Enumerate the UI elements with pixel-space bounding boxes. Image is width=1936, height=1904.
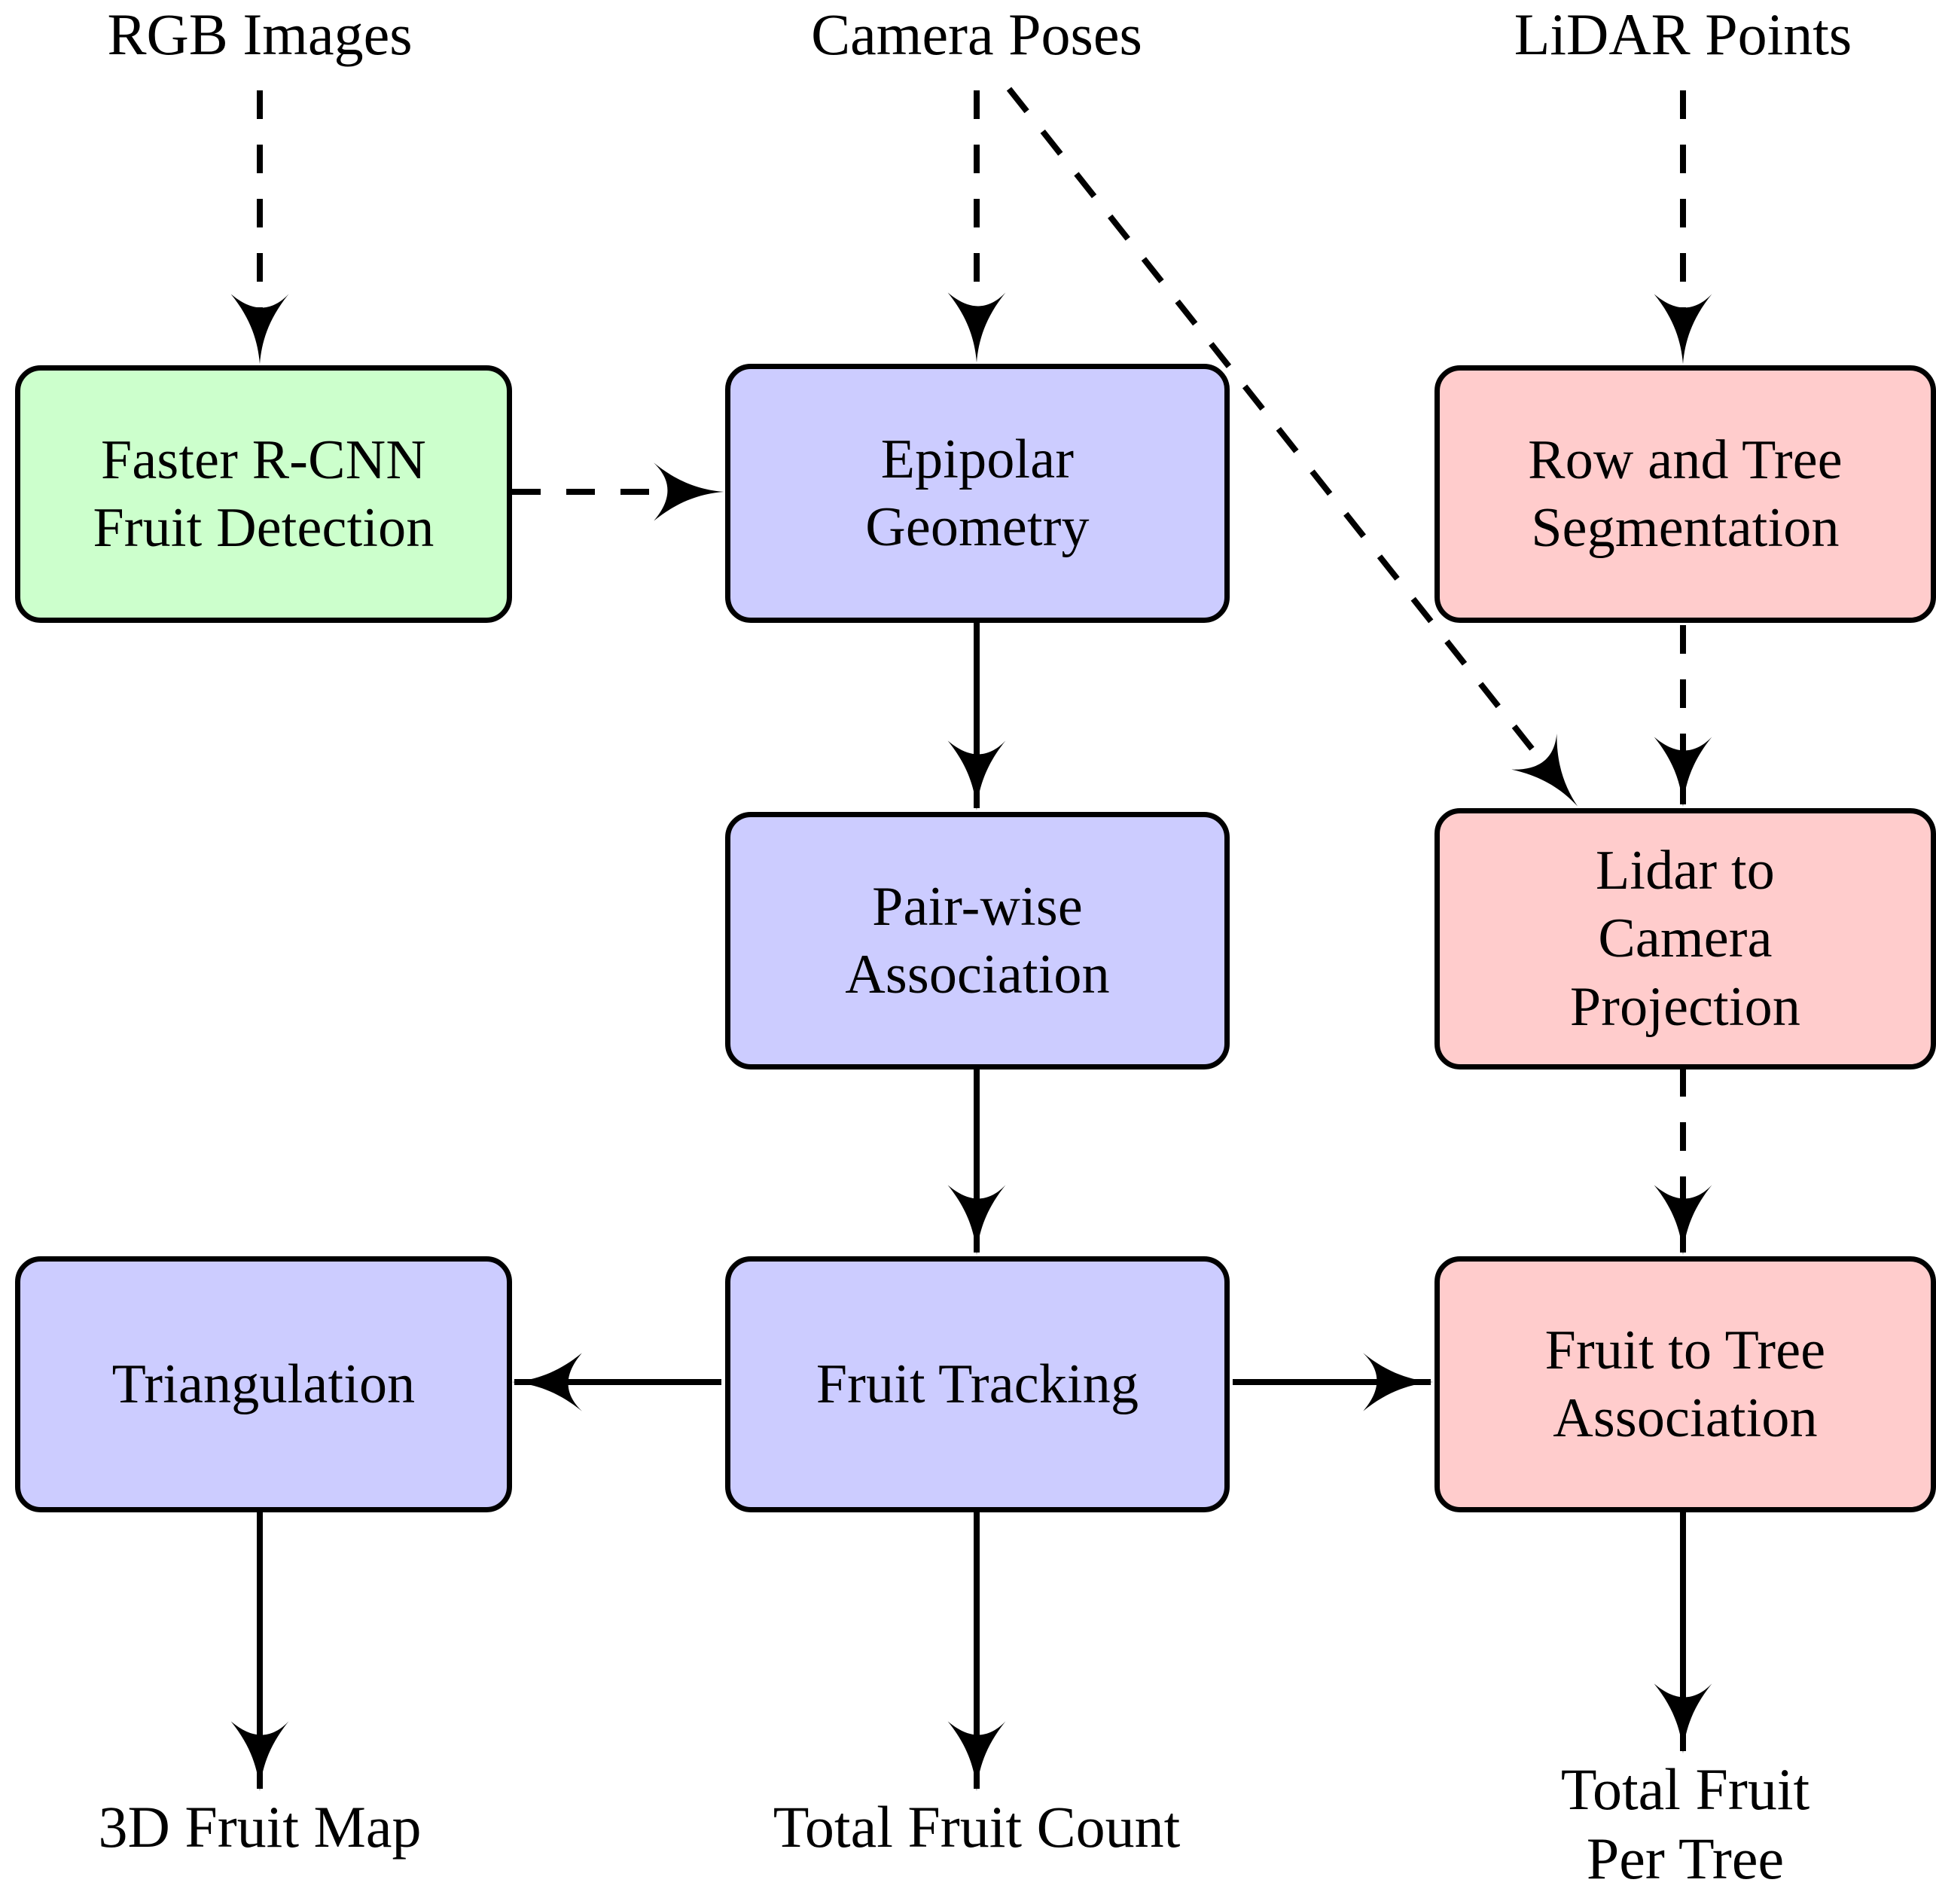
- node-label: Faster R-CNN Fruit Detection: [93, 429, 434, 559]
- node-pair-wise-association[interactable]: Pair-wise Association: [725, 812, 1230, 1069]
- node-triangulation[interactable]: Triangulation: [15, 1256, 512, 1512]
- node-label: Pair-wise Association: [845, 875, 1110, 1005]
- node-label: Epipolar Geometry: [865, 428, 1090, 558]
- input-label-lidar-points: LiDAR Points: [1514, 2, 1852, 67]
- node-label: Lidar to Camera Projection: [1569, 840, 1801, 1038]
- output-label-total-fruit-per-tree: Total Fruit Per Tree: [1560, 1756, 1810, 1892]
- output-label-3d-fruit-map: 3D Fruit Map: [98, 1794, 422, 1860]
- node-label: Triangulation: [111, 1353, 416, 1415]
- input-label-rgb-images: RGB Images: [107, 2, 413, 67]
- node-faster-rcnn-fruit-detection[interactable]: Faster R-CNN Fruit Detection: [15, 365, 512, 623]
- node-label: Row and Tree Segmentation: [1528, 429, 1843, 559]
- node-row-and-tree-segmentation[interactable]: Row and Tree Segmentation: [1434, 365, 1936, 623]
- node-epipolar-geometry[interactable]: Epipolar Geometry: [725, 364, 1230, 623]
- flowchart-canvas: RGB Images Camera Poses LiDAR Points Fas…: [0, 0, 1936, 1904]
- node-label: Fruit to Tree Association: [1544, 1319, 1826, 1449]
- input-label-camera-poses: Camera Poses: [811, 2, 1142, 67]
- node-fruit-to-tree-association[interactable]: Fruit to Tree Association: [1434, 1256, 1936, 1512]
- output-label-total-fruit-count: Total Fruit Count: [773, 1794, 1181, 1860]
- node-label: Fruit Tracking: [816, 1353, 1139, 1415]
- node-lidar-to-camera-projection[interactable]: Lidar to Camera Projection: [1434, 808, 1936, 1069]
- node-fruit-tracking[interactable]: Fruit Tracking: [725, 1256, 1230, 1512]
